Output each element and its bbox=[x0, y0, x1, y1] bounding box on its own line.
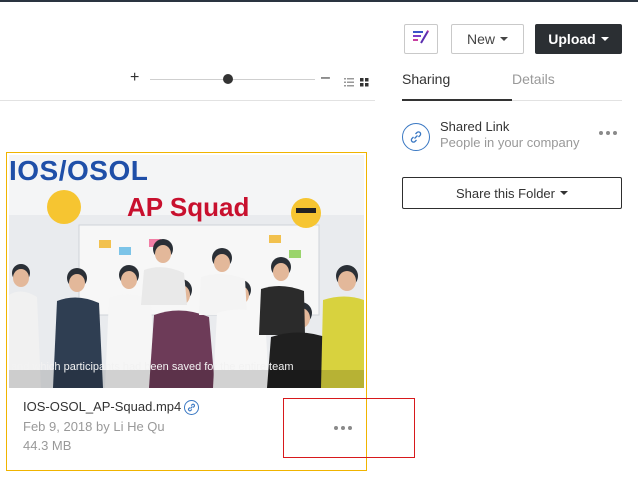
zoom-slider-handle[interactable] bbox=[222, 74, 233, 84]
video-thumbnail[interactable]: IOS/OSOL AP Squad and which participants… bbox=[9, 155, 364, 388]
thumbnail-caption: and which participants had been saved fo… bbox=[11, 361, 294, 373]
active-tab-indicator bbox=[402, 99, 512, 101]
upload-button-label: Upload bbox=[548, 31, 596, 47]
chevron-down-icon bbox=[560, 191, 568, 195]
tab-details[interactable]: Details bbox=[512, 71, 555, 87]
file-shared-link-icon[interactable] bbox=[184, 400, 199, 415]
thumbnail-photo bbox=[9, 155, 364, 388]
upload-button[interactable]: Upload bbox=[535, 24, 622, 54]
zoom-in-button[interactable]: + bbox=[130, 70, 139, 86]
shared-link-more-icon[interactable] bbox=[599, 131, 617, 135]
list-view-icon[interactable] bbox=[344, 74, 354, 92]
file-name[interactable]: IOS-OSOL_AP-Squad.mp4 bbox=[23, 399, 181, 414]
grid-view-icon[interactable] bbox=[360, 74, 369, 92]
new-button[interactable]: New bbox=[451, 24, 524, 54]
file-size: 44.3 MB bbox=[23, 438, 72, 453]
top-border bbox=[0, 0, 638, 2]
file-date-owner: Feb 9, 2018 by Li He Qu bbox=[23, 419, 165, 434]
share-folder-button[interactable]: Share this Folder bbox=[402, 177, 622, 209]
new-button-label: New bbox=[466, 31, 495, 47]
content-divider bbox=[0, 100, 375, 101]
ai-edit-icon bbox=[411, 29, 431, 50]
chevron-down-icon bbox=[600, 37, 609, 41]
shared-link-access[interactable]: People in your company bbox=[440, 135, 579, 150]
thumbnail-title-text: IOS/OSOL bbox=[9, 155, 149, 186]
chevron-down-icon bbox=[500, 37, 508, 41]
annotation-highlight-box bbox=[283, 398, 415, 458]
shared-link-title: Shared Link bbox=[440, 119, 510, 134]
ai-edit-button[interactable] bbox=[404, 24, 438, 54]
shared-link-icon bbox=[402, 123, 430, 151]
tab-divider bbox=[512, 100, 622, 101]
share-folder-label: Share this Folder bbox=[456, 185, 555, 201]
thumbnail-banner-text: AP Squad bbox=[127, 192, 250, 222]
zoom-out-button[interactable]: – bbox=[321, 70, 330, 86]
tab-sharing[interactable]: Sharing bbox=[402, 71, 450, 87]
